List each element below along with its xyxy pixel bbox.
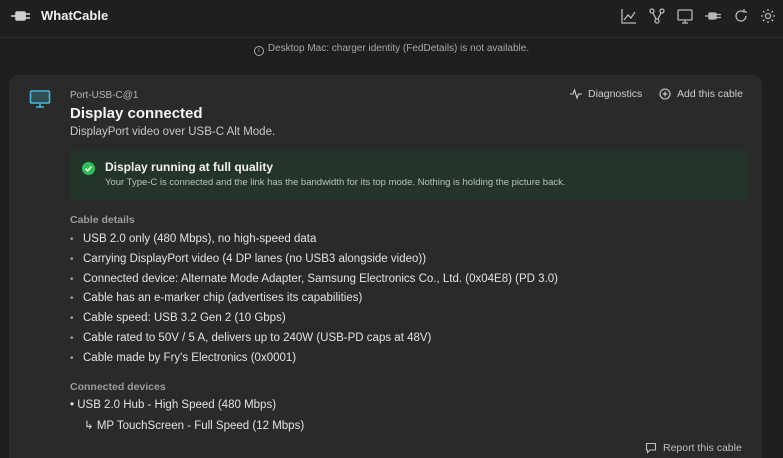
network-icon[interactable] (648, 7, 666, 25)
banner-body: Your Type-C is connected and the link ha… (105, 177, 566, 188)
banner-title: Display running at full quality (105, 160, 274, 174)
card-title: Display connected (70, 105, 203, 122)
device-child-item: ↳ MP TouchScreen - Full Speed (12 Mbps) (84, 420, 305, 432)
list-item: • Connected device: Alternate Mode Adapte… (70, 272, 558, 285)
card-subtitle: DisplayPort video over USB-C Alt Mode. (70, 126, 276, 138)
plug-icon[interactable] (704, 7, 722, 25)
port-card: Port-USB-C@1 Display connected DisplayPo… (9, 75, 762, 458)
refresh-icon[interactable] (732, 7, 750, 25)
add-cable-label: Add this cable (677, 88, 743, 100)
check-circle-icon (82, 162, 95, 175)
app-title: WhatCable (41, 8, 109, 23)
device-item: • USB 2.0 Hub - High Speed (480 Mbps) (70, 399, 277, 411)
pulse-icon (570, 88, 582, 100)
usb-plug-icon (11, 11, 30, 21)
gear-icon[interactable] (759, 7, 777, 25)
list-item: • Cable rated to 50V / 5 A, delivers up t… (70, 331, 432, 344)
port-id: Port-USB-C@1 (70, 90, 139, 101)
display-icon (29, 90, 51, 108)
report-label: Report this cable (663, 442, 742, 454)
report-cable-button[interactable]: Report this cable (645, 442, 742, 454)
chart-icon[interactable] (620, 7, 638, 25)
add-circle-icon (659, 88, 671, 100)
report-icon (645, 442, 657, 454)
notice-text: Desktop Mac: charger identity (FedDetail… (267, 43, 530, 54)
connected-devices-heading: Connected devices (70, 381, 166, 393)
diagnostics-label: Diagnostics (588, 88, 643, 100)
monitor-icon[interactable] (676, 7, 694, 25)
status-banner: Display running at full quality Your Typ… (70, 150, 748, 200)
list-item: • Cable made by Fry's Electronics (0x0001… (70, 351, 297, 364)
title-bar: WhatCable (0, 0, 783, 38)
add-cable-button[interactable]: Add this cable (659, 88, 743, 100)
list-item: • Cable speed: USB 3.2 Gen 2 (10 Gbps) (70, 312, 286, 325)
list-item: • Carrying DisplayPort video (4 DP lanes … (70, 252, 427, 265)
cable-details-heading: Cable details (70, 214, 135, 226)
diagnostics-button[interactable]: Diagnostics (570, 88, 642, 100)
cable-details-list: • USB 2.0 only (480 Mbps), no high-speed … (70, 230, 558, 369)
list-item: • Cable has an e-marker chip (advertises … (70, 292, 363, 305)
info-icon: i (253, 46, 264, 56)
availability-notice: i Desktop Mac: charger identity (FedDetai… (0, 43, 783, 56)
list-item: • USB 2.0 only (480 Mbps), no high-speed … (70, 233, 317, 245)
